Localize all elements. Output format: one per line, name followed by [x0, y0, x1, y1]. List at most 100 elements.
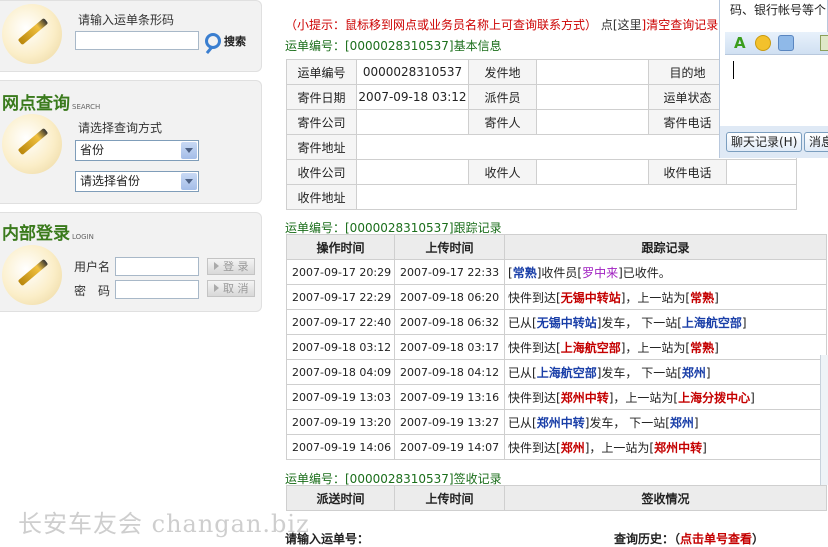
- upload-time-cell: 2007-09-17 22:33: [394, 259, 505, 285]
- history-link[interactable]: 点击单号查看: [680, 532, 752, 546]
- op-time-cell: 2007-09-17 22:40: [286, 309, 395, 335]
- location-name[interactable]: 上海分拨中心: [678, 391, 750, 405]
- location-name[interactable]: 郑州: [682, 366, 706, 380]
- search-button[interactable]: 搜索: [205, 31, 246, 51]
- table-row: 2007-09-17 22:29 2007-09-18 06:20 快件到达[无锡中…: [286, 284, 827, 310]
- network-search-title: 网点查询 SEARCH: [2, 94, 101, 114]
- location-name[interactable]: 郑州中转: [561, 391, 609, 405]
- network-search-panel: 网点查询 SEARCH 请选择查询方式 省份 请选择省份: [0, 80, 262, 204]
- record-text: ]: [741, 315, 747, 330]
- password-label: 密 码: [74, 284, 111, 298]
- table-row: 2007-09-19 13:20 2007-09-19 13:27 已从[郑州中转]…: [286, 409, 827, 435]
- search-icon: [205, 33, 221, 49]
- chevron-down-icon: [181, 142, 197, 159]
- login-button[interactable]: 登 录: [207, 258, 255, 275]
- location-name[interactable]: 上海航空部: [561, 341, 621, 355]
- track-record-cell: 快件到达[郑州]，上一站为[郑州中转]: [504, 434, 827, 460]
- emotion-icon[interactable]: [778, 35, 794, 51]
- send-company-value: [356, 109, 469, 135]
- waybill-label: 运单编号: [286, 59, 357, 85]
- username-input[interactable]: [115, 257, 199, 276]
- table-row: 2007-09-17 22:40 2007-09-18 06:32 已从[无锡中转站…: [286, 309, 827, 335]
- record-text: ]，上一站为[: [620, 340, 691, 355]
- receive-address-value: [356, 184, 797, 210]
- sender-value: [536, 109, 649, 135]
- record-text: 快件到达[: [508, 390, 561, 405]
- send-company-label: 寄件公司: [286, 109, 357, 135]
- location-name[interactable]: 郑州: [561, 441, 585, 455]
- record-text: 快件到达[: [508, 440, 561, 455]
- barcode-input[interactable]: [75, 31, 199, 50]
- upload-time-cell: 2007-09-19 13:27: [394, 409, 505, 435]
- sender-label: 寄件人: [468, 109, 537, 135]
- image-icon[interactable]: [820, 35, 828, 51]
- op-time-cell: 2007-09-17 20:29: [286, 259, 395, 285]
- password-input[interactable]: [115, 280, 199, 299]
- header-op-time: 操作时间: [286, 234, 395, 260]
- op-time-cell: 2007-09-19 13:03: [286, 384, 395, 410]
- op-time-cell: 2007-09-19 13:20: [286, 409, 395, 435]
- record-text: 已从[: [508, 315, 537, 330]
- location-name[interactable]: 常熟: [690, 341, 714, 355]
- location-name[interactable]: 郑州: [670, 416, 694, 430]
- record-text: ]，上一站为[: [620, 290, 691, 305]
- upload-time-cell: 2007-09-19 13:16: [394, 384, 505, 410]
- table-row: 2007-09-18 04:09 2007-09-18 04:12 已从[上海航空部…: [286, 359, 827, 385]
- location-name[interactable]: 上海航空部: [537, 366, 597, 380]
- waybill-value: 0000028310537: [356, 59, 469, 85]
- info-section-title: 运单编号：[0000028310537]基本信息: [285, 39, 502, 53]
- table-row: 2007-09-17 20:29 2007-09-17 22:33 [常熟]收件员[…: [286, 259, 827, 285]
- location-name[interactable]: 无锡中转站: [537, 316, 597, 330]
- location-name[interactable]: 无锡中转站: [561, 291, 621, 305]
- status-label: 运单状态: [648, 84, 727, 110]
- send-date-label: 寄件日期: [286, 84, 357, 110]
- op-time-cell: 2007-09-18 03:12: [286, 334, 395, 360]
- record-text: ]: [702, 440, 707, 455]
- header-track-record: 跟踪记录: [504, 234, 827, 260]
- font-icon[interactable]: A: [734, 34, 746, 52]
- chat-button-bar: 聊天记录(H) 消息: [720, 126, 828, 158]
- receive-address-label: 收件地址: [286, 184, 357, 210]
- cancel-button[interactable]: 取 消: [207, 280, 255, 297]
- province-choice-select[interactable]: 请选择省份: [75, 171, 199, 192]
- send-date-value: 2007-09-18 03:12: [356, 84, 469, 110]
- watermark: 长安车友会 changan.biz: [18, 510, 310, 538]
- sender-phone-label: 寄件电话: [648, 109, 727, 135]
- tip-text: （小提示：鼠标移到网点或业务员名称上可查询联系方式） 点[这里]清空查询记录: [285, 18, 719, 32]
- location-name[interactable]: 郑州中转: [537, 416, 585, 430]
- emoji-icon[interactable]: [755, 35, 771, 51]
- location-name[interactable]: 罗中来: [582, 266, 618, 280]
- record-text: ]发车， 下一站[: [596, 365, 682, 380]
- search-button-label: 搜索: [224, 35, 246, 48]
- origin-label: 发件地: [468, 59, 537, 85]
- side-popup-edge: [820, 355, 828, 485]
- location-name[interactable]: 郑州中转: [654, 441, 702, 455]
- chat-window: 码、银行帐号等个 A 聊天记录(H) 消息: [719, 0, 828, 158]
- location-name[interactable]: 常熟: [690, 291, 714, 305]
- barcode-panel: 请输入运单条形码 搜索: [0, 0, 262, 72]
- province-select[interactable]: 省份: [75, 140, 199, 161]
- upload-time-cell: 2007-09-18 06:20: [394, 284, 505, 310]
- op-time-cell: 2007-09-19 14:06: [286, 434, 395, 460]
- header-sign-status: 签收情况: [504, 485, 827, 511]
- tracking-table: 操作时间 上传时间 跟踪记录 2007-09-17 20:29 2007-09-1…: [286, 234, 827, 460]
- clear-history-link[interactable]: 这里: [618, 18, 642, 32]
- receiver-phone-value: [726, 159, 797, 185]
- record-text: 快件到达[: [508, 340, 561, 355]
- query-history: 查询历史：（点击单号查看）: [614, 532, 765, 546]
- barcode-label: 请输入运单条形码: [78, 13, 175, 27]
- header-upload-time: 上传时间: [394, 485, 505, 511]
- login-panel: 内部登录 LOGIN 用户名 登 录 密 码 取 消: [0, 212, 262, 312]
- location-name[interactable]: 上海航空部: [682, 316, 742, 330]
- send-message-button[interactable]: 消息: [804, 132, 828, 152]
- origin-value: [536, 59, 649, 85]
- track-record-cell: 已从[上海航空部]发车， 下一站[郑州]: [504, 359, 827, 385]
- dispatcher-value: [536, 84, 649, 110]
- record-text: 已从[: [508, 365, 537, 380]
- location-name[interactable]: 常熟: [513, 266, 537, 280]
- track-record-cell: 已从[郑州中转]发车， 下一站[郑州]: [504, 409, 827, 435]
- track-record-cell: 已从[无锡中转站]发车， 下一站[上海航空部]: [504, 309, 827, 335]
- login-title: 内部登录 LOGIN: [2, 224, 94, 244]
- chat-input[interactable]: [725, 54, 828, 126]
- chat-history-button[interactable]: 聊天记录(H): [726, 132, 803, 152]
